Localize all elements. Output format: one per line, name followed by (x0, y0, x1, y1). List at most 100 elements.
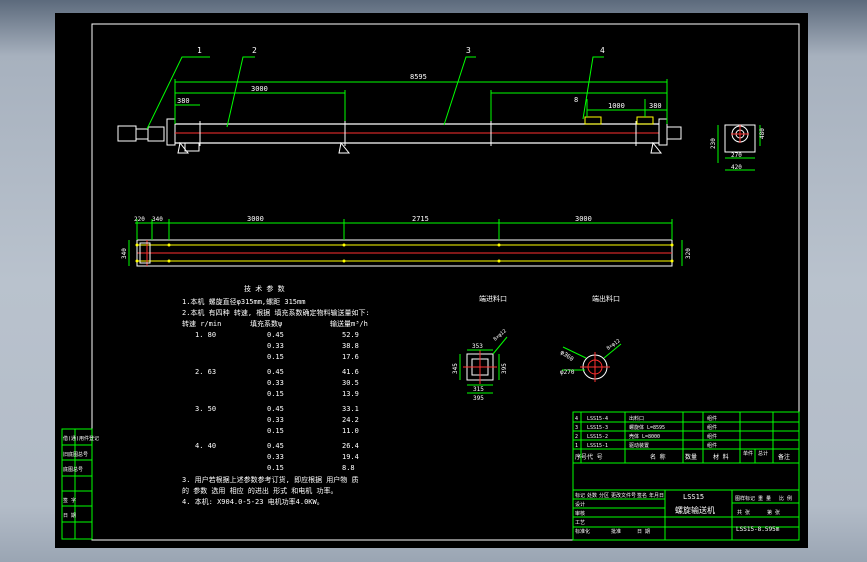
product-name: 螺旋输送机 (675, 505, 715, 515)
detail-a-left: 345 (452, 363, 459, 374)
inlet-spout (184, 142, 200, 152)
rev-header: 签名 (637, 492, 647, 499)
dim-side-b: 270 (731, 152, 742, 159)
part-label-2: 2 (252, 46, 257, 55)
fill-value: 0.15 (267, 427, 284, 435)
dim-total: 8595 (410, 73, 427, 81)
bom-header: 单件 (743, 450, 753, 457)
output-value: 11.0 (342, 427, 359, 435)
bom-note: 组件 (707, 415, 717, 422)
notes-header-speed: 转速 r/min (182, 319, 221, 328)
scale-label: 比 例 (779, 495, 792, 502)
bom-no: 1 (575, 443, 578, 449)
strip-label: 底图总号 (63, 466, 83, 473)
detail-inlet: 端进料口 353 345 395 315 395 8×φ12 (452, 294, 508, 402)
detail-inlet-title: 端进料口 (479, 294, 507, 303)
bom-header: 代 号 (587, 453, 603, 461)
cad-window: 1 2 3 4 8595 3000 380 1000 380 8 480 230… (0, 0, 867, 562)
bom-header: 材 料 (713, 453, 729, 461)
dim-plan-3000b: 3000 (575, 215, 592, 223)
end-plate-right (658, 118, 668, 146)
outlet-box (636, 116, 654, 125)
output-value: 17.6 (342, 353, 359, 361)
end-plate-left (166, 118, 176, 146)
fill-value: 0.33 (267, 453, 284, 461)
output-value: 19.4 (342, 453, 359, 461)
dim-plan-2715: 2715 (412, 215, 429, 223)
rev-header: 更改文件号 (611, 492, 636, 499)
notes-header-output: 输送量m³/h (330, 319, 368, 328)
output-value: 26.4 (342, 442, 359, 450)
bom-header: 序号 (575, 453, 587, 461)
fill-value: 0.33 (267, 342, 284, 350)
dim-plan-220: 220 (134, 216, 145, 223)
dim-380b: 380 (649, 102, 662, 110)
fill-value: 0.45 (267, 442, 284, 450)
role-label: 审核 (575, 510, 585, 517)
notes-line-1: 1.本机 螺旋直径φ315mm,螺距 315mm (182, 297, 305, 306)
output-value: 38.8 (342, 342, 359, 350)
strip-label: 旧底图总号 (63, 451, 88, 458)
dim-side-a: 420 (731, 164, 742, 171)
detail-a-holes: 8×φ12 (492, 328, 507, 342)
role-label: 工艺 (575, 520, 585, 526)
output-value: 13.9 (342, 390, 359, 398)
bom-desc: 壳体 L=8000 (629, 433, 660, 440)
left-strip (61, 428, 93, 540)
rev-header: 标记 (575, 492, 585, 499)
part-label-3: 3 (466, 46, 471, 55)
speed-value: 3. 50 (195, 405, 216, 413)
role-label: 标准化 (575, 528, 590, 535)
coupling (147, 126, 165, 142)
strip-label: 签 字 (63, 497, 76, 504)
title-block (572, 411, 800, 541)
speed-value: 2. 63 (195, 368, 216, 376)
notes-footer-1: 3. 用户若根据上述参数参考订货, 即应根据 用户物 质 (182, 475, 359, 484)
fill-value: 0.15 (267, 353, 284, 361)
output-value: 30.5 (342, 379, 359, 387)
detail-a-top: 353 (472, 343, 483, 350)
drawing-canvas[interactable]: 1 2 3 4 8595 3000 380 1000 380 8 480 230… (55, 13, 808, 548)
speed-value: 4. 40 (195, 442, 216, 450)
dim-side-w: 480 (759, 128, 766, 139)
sheet-of: 第 张 (767, 509, 780, 516)
support (177, 141, 190, 154)
fill-value: 0.33 (267, 379, 284, 387)
bom-name: LSS15-2 (587, 434, 608, 440)
model-label: LSS15 (683, 493, 704, 501)
rev-header: 处数 (587, 492, 597, 499)
date-label: 日 期 (637, 529, 650, 535)
fill-value: 0.33 (267, 416, 284, 424)
bom-desc: 驱动装置 (629, 442, 649, 449)
tech-notes: 技 术 参 数 1.本机 螺旋直径φ315mm,螺距 315mm 2.本机 有四… (182, 284, 370, 506)
fill-value: 0.45 (267, 331, 284, 339)
bom-header: 总计 (758, 450, 768, 457)
side-view: 480 230 270 420 (710, 124, 766, 171)
bom-no: 2 (575, 434, 578, 440)
detail-b-dia2: φ270 (560, 369, 575, 376)
fill-value: 0.15 (267, 464, 284, 472)
notes-footer-3: 4. 本机: X904.0-5-23 电机功率4.0KW。 (182, 497, 324, 506)
bom-header: 备注 (778, 453, 790, 461)
detail-a-inner: 315 (473, 386, 484, 393)
bom-no: 4 (575, 416, 578, 422)
dim-plan-340: 340 (152, 216, 163, 223)
part-label-1: 1 (197, 46, 202, 55)
bom-name: LSS15-1 (587, 443, 608, 449)
detail-a-bottom: 395 (473, 395, 484, 402)
bearing-right (666, 126, 682, 140)
dim-1000: 1000 (608, 102, 625, 110)
notes-footer-2: 的 参数 选用 相应 的进出 形式 和电机 功率。 (182, 486, 338, 495)
sheet-label: 共 张 (737, 509, 750, 516)
bom-desc: 螺旋体 L=8595 (629, 424, 665, 431)
bom-note: 组件 (707, 442, 717, 449)
support (338, 141, 351, 154)
bom-desc: 出料口 (629, 415, 644, 422)
strip-label: 日 期 (63, 513, 76, 519)
dim-plan-3000a: 3000 (247, 215, 264, 223)
bom-header: 数量 (685, 453, 697, 461)
bom-name: LSS15-4 (587, 416, 608, 422)
rev-header: 分区 (599, 492, 609, 499)
weight-label: 重 量 (758, 495, 771, 502)
dim-seg: 3000 (251, 85, 268, 93)
